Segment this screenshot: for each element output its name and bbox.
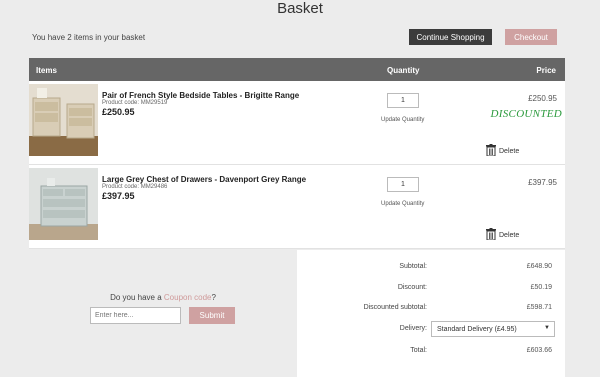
- basket-count-text: You have 2 items in your basket: [32, 33, 146, 42]
- product-image-chest-of-drawers[interactable]: [29, 168, 98, 240]
- continue-shopping-button[interactable]: Continue Shopping: [409, 29, 492, 45]
- coupon-label-prefix: Do you have a: [110, 293, 162, 302]
- product-code: Product code: MM29486: [102, 184, 168, 190]
- product-image-bedside-tables[interactable]: [29, 84, 98, 156]
- trash-icon: [486, 144, 496, 158]
- delete-label: Delete: [499, 231, 520, 239]
- header-price: Price: [536, 66, 556, 75]
- product-unit-price: £397.95: [102, 191, 135, 201]
- total-value: £603.66: [526, 347, 552, 354]
- product-name[interactable]: Pair of French Style Bedside Tables - Br…: [102, 91, 299, 100]
- update-quantity-link[interactable]: Update Quantity: [381, 117, 424, 123]
- quantity-input[interactable]: 1: [387, 93, 419, 108]
- trash-icon: [486, 228, 496, 242]
- checkout-button[interactable]: Checkout: [505, 29, 557, 45]
- total-label: Total:: [410, 347, 427, 354]
- delivery-select[interactable]: Standard Delivery (£4.95) ▼: [431, 321, 555, 337]
- basket-table-header: Items Quantity Price: [29, 58, 565, 81]
- row-price: £250.95: [528, 94, 557, 103]
- delete-label: Delete: [499, 147, 520, 155]
- product-code: Product code: MM29519: [102, 100, 168, 106]
- subtotal-label: Subtotal:: [399, 263, 427, 270]
- row-price: £397.95: [528, 178, 557, 187]
- page-title: Basket: [277, 0, 323, 17]
- quantity-input[interactable]: 1: [387, 177, 419, 192]
- delete-button[interactable]: Delete: [486, 144, 519, 158]
- discounted-subtotal-value: £598.71: [526, 304, 552, 311]
- coupon-label-suffix: ?: [211, 293, 216, 302]
- coupon-input[interactable]: [90, 307, 181, 324]
- delivery-label: Delivery:: [399, 325, 427, 332]
- coupon-section: Do you have a Coupon code? Submit: [29, 248, 297, 377]
- update-quantity-link[interactable]: Update Quantity: [381, 201, 424, 207]
- product-unit-price: £250.95: [102, 107, 135, 117]
- product-name[interactable]: Large Grey Chest of Drawers - Davenport …: [102, 175, 306, 184]
- header-items: Items: [36, 66, 57, 75]
- discounted-badge: DISCOUNTED: [490, 108, 562, 120]
- delivery-value: Standard Delivery (£4.95): [437, 325, 517, 333]
- delete-button[interactable]: Delete: [486, 228, 519, 242]
- discount-label: Discount:: [397, 284, 427, 291]
- order-summary: Subtotal: £648.90 Discount: £50.19 Disco…: [297, 250, 565, 377]
- coupon-submit-button[interactable]: Submit: [189, 307, 235, 324]
- coupon-code-link[interactable]: Coupon code: [164, 293, 212, 302]
- subtotal-value: £648.90: [526, 263, 552, 270]
- chevron-down-icon: ▼: [544, 325, 550, 331]
- table-row: Large Grey Chest of Drawers - Davenport …: [29, 165, 565, 249]
- header-quantity: Quantity: [387, 66, 420, 75]
- discounted-subtotal-label: Discounted subtotal:: [363, 304, 427, 311]
- discount-value: £50.19: [530, 284, 552, 291]
- coupon-label: Do you have a Coupon code?: [29, 293, 297, 302]
- table-row: Pair of French Style Bedside Tables - Br…: [29, 81, 565, 165]
